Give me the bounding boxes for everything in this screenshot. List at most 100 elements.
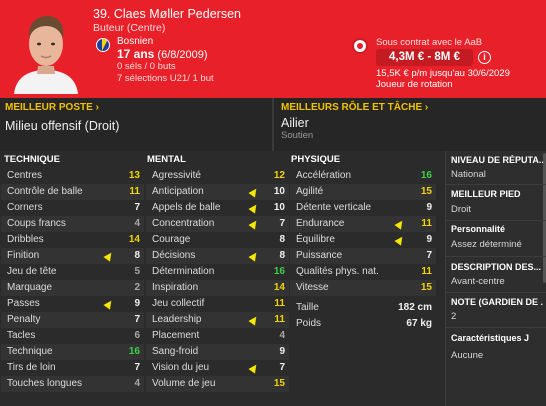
attribute-value: 7 <box>279 362 285 373</box>
attribute-row[interactable]: Coups francs 4 <box>1 216 144 232</box>
attribute-value: 8 <box>279 234 285 245</box>
weight-value: 67 kg <box>406 318 432 329</box>
attribute-value: 14 <box>273 282 285 293</box>
attribute-label: Anticipation <box>152 186 204 197</box>
attribute-row[interactable]: Appels de balle 10 <box>146 200 289 216</box>
club-badge-icon[interactable] <box>352 38 368 54</box>
attribute-row[interactable]: Jeu collectif 11 <box>146 296 289 312</box>
attribute-row[interactable]: Tirs de loin 7 <box>1 360 144 376</box>
attribute-row[interactable]: Puissance 7 <box>290 248 436 264</box>
player-header: 39. Claes Møller Pedersen Buteur (Centre… <box>0 0 546 98</box>
attribute-value: 7 <box>134 202 140 213</box>
attribute-value: 9 <box>279 346 285 357</box>
reputation-value: National <box>451 169 486 180</box>
physique-title: PHYSIQUE <box>291 154 341 165</box>
personality-value: Assez déterminé <box>451 239 522 250</box>
attribute-label: Marquage <box>7 282 53 293</box>
attribute-row[interactable]: Détente verticale 9 <box>290 200 436 216</box>
attribute-label: Qualités phys. nat. <box>296 266 379 277</box>
attribute-label: Leadership <box>152 314 202 325</box>
attribute-label: Volume de jeu <box>152 378 216 389</box>
best-role-value: Ailier <box>281 116 309 130</box>
best-role-link[interactable]: MEILLEURS RÔLE ET TÂCHE › <box>281 102 428 113</box>
attribute-row[interactable]: Vision du jeu 7 <box>146 360 289 376</box>
chevron-right-icon: › <box>424 102 429 113</box>
attribute-label: Sang-froid <box>152 346 199 357</box>
attribute-row[interactable]: Centres 13 <box>1 168 144 184</box>
attribute-value: 16 <box>420 170 432 181</box>
attribute-value: 2 <box>134 282 140 293</box>
gk-rating-title: NOTE (GARDIEN DE ... <box>451 297 543 307</box>
player-caps: 0 séls / 0 buts <box>117 61 176 72</box>
divider <box>446 292 546 293</box>
attribute-row[interactable]: Courage 8 <box>146 232 289 248</box>
attribute-label: Coups francs <box>7 218 66 229</box>
attribute-value: 16 <box>273 266 285 277</box>
mental-title: MENTAL <box>147 154 186 165</box>
media-description-value: Avant-centre <box>451 276 505 287</box>
attribute-label: Courage <box>152 234 191 245</box>
trend-up-arrow-icon <box>248 218 260 230</box>
attribute-label: Détente verticale <box>296 202 372 213</box>
attribute-label: Détermination <box>152 266 215 277</box>
attribute-row[interactable]: Technique 16 <box>1 344 144 360</box>
attribute-value: 12 <box>273 170 285 181</box>
best-position-label: MEILLEUR POSTE <box>5 102 93 113</box>
trend-up-arrow-icon <box>394 234 406 246</box>
attribute-label: Centres <box>7 170 43 181</box>
trend-up-arrow-icon <box>248 314 260 326</box>
attribute-value: 10 <box>273 186 285 197</box>
player-photo <box>8 4 84 94</box>
attribute-value: 9 <box>134 298 140 309</box>
attribute-row[interactable]: Volume de jeu 15 <box>146 376 289 392</box>
attribute-row[interactable]: Corners 7 <box>1 200 144 216</box>
attribute-row[interactable]: Dribbles 14 <box>1 232 144 248</box>
attribute-row[interactable]: Vitesse 15 <box>290 280 436 296</box>
attribute-row[interactable]: Anticipation 10 <box>146 184 289 200</box>
attribute-row[interactable]: Agilité 15 <box>290 184 436 200</box>
attribute-row[interactable]: Sang-froid 9 <box>146 344 289 360</box>
attribute-row[interactable]: Contrôle de balle 11 <box>1 184 144 200</box>
attribute-value: 4 <box>279 330 285 341</box>
attribute-value: 15 <box>273 378 285 389</box>
attribute-row[interactable]: Décisions 8 <box>146 248 289 264</box>
best-role-label: MEILLEURS RÔLE ET TÂCHE <box>281 102 423 113</box>
trend-up-arrow-icon <box>248 250 260 262</box>
attribute-value: 11 <box>421 266 432 277</box>
attribute-row[interactable]: Placement 4 <box>146 328 289 344</box>
chevron-right-icon: › <box>95 102 99 113</box>
attribute-row[interactable]: Passes 9 <box>1 296 144 312</box>
attribute-label: Vitesse <box>296 282 329 293</box>
transfer-value[interactable]: 4,3M € - 8M € <box>376 49 473 66</box>
attribute-row[interactable]: Inspiration 14 <box>146 280 289 296</box>
attribute-label: Tirs de loin <box>7 362 56 373</box>
attribute-row[interactable]: Concentration 7 <box>146 216 289 232</box>
attribute-row[interactable]: Jeu de tête 5 <box>1 264 144 280</box>
attribute-row[interactable]: Qualités phys. nat. 11 <box>290 264 436 280</box>
attribute-row[interactable]: Marquage 2 <box>1 280 144 296</box>
attribute-label: Passes <box>7 298 40 309</box>
attribute-row[interactable]: Leadership 11 <box>146 312 289 328</box>
attribute-value: 15 <box>420 282 432 293</box>
attribute-row[interactable]: Détermination 16 <box>146 264 289 280</box>
attribute-row[interactable]: Endurance 11 <box>290 216 436 232</box>
player-nationality[interactable]: Bosnien <box>117 36 153 47</box>
attribute-row[interactable]: Penalty 7 <box>1 312 144 328</box>
info-icon[interactable]: i <box>478 51 491 64</box>
height-label: Taille <box>296 302 319 313</box>
attribute-row[interactable]: Équilibre 9 <box>290 232 436 248</box>
attribute-label: Accélération <box>296 170 352 181</box>
contract-club[interactable]: Sous contrat avec le AaB <box>376 37 482 48</box>
attribute-row[interactable]: Touches longues 4 <box>1 376 144 392</box>
player-name[interactable]: 39. Claes Møller Pedersen <box>93 7 241 21</box>
attribute-row[interactable]: Agressivité 12 <box>146 168 289 184</box>
attribute-row[interactable]: Accélération 16 <box>290 168 436 184</box>
best-position-link[interactable]: MEILLEUR POSTE › <box>5 102 99 113</box>
preferred-foot-title: MEILLEUR PIED <box>451 189 521 199</box>
attribute-value: 4 <box>134 378 140 389</box>
attribute-value: 5 <box>134 266 140 277</box>
attribute-row[interactable]: Tacles 6 <box>1 328 144 344</box>
attribute-row[interactable]: Finition 8 <box>1 248 144 264</box>
attribute-label: Inspiration <box>152 282 199 293</box>
trend-up-arrow-icon <box>248 186 260 198</box>
